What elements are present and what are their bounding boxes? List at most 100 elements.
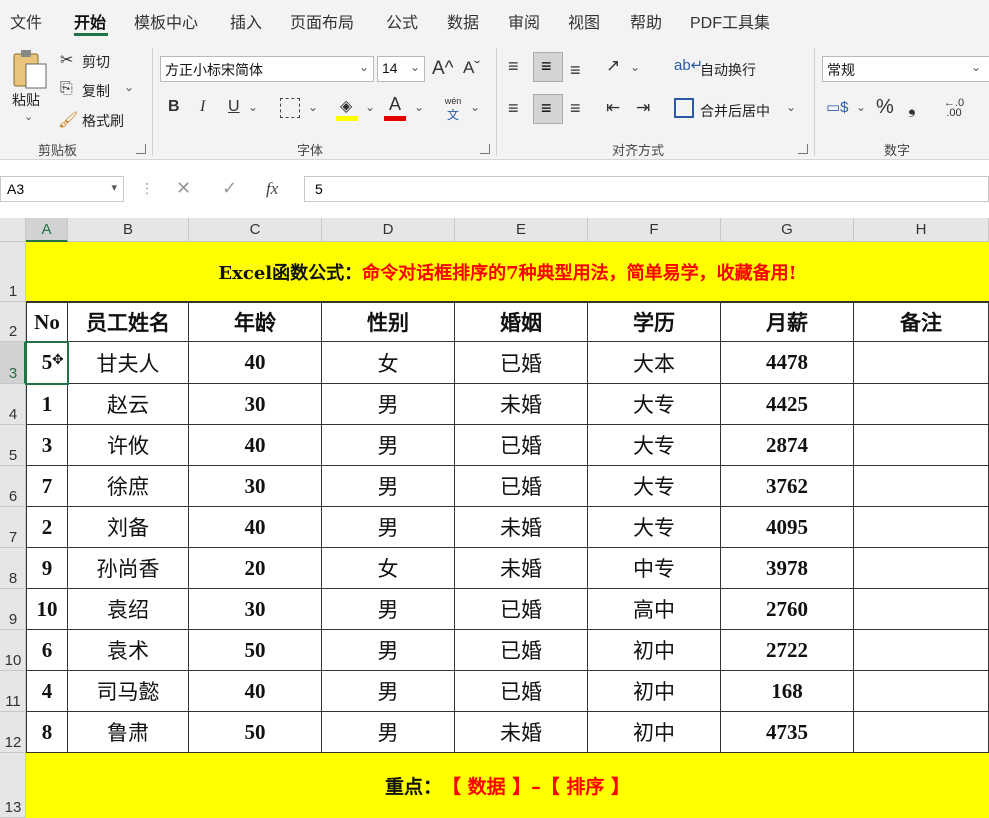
copy-button[interactable]: 复制	[82, 81, 110, 101]
table-cell[interactable]: 男	[322, 589, 455, 630]
accounting-format-icon[interactable]: ▭$	[826, 98, 849, 116]
paste-button[interactable]: 粘贴	[12, 90, 40, 110]
accounting-dropdown-icon[interactable]: ⌄	[856, 100, 866, 114]
scissors-icon[interactable]: ✂	[60, 50, 73, 70]
table-cell[interactable]: 30	[189, 384, 322, 425]
header-cell[interactable]: 学历	[588, 302, 721, 342]
table-cell[interactable]: 袁绍	[68, 589, 189, 630]
table-cell[interactable]: 3	[26, 425, 68, 466]
table-cell[interactable]	[854, 548, 989, 589]
paste-icon[interactable]	[10, 48, 50, 90]
italic-button[interactable]: I	[200, 98, 205, 116]
table-cell[interactable]: 男	[322, 507, 455, 548]
table-cell[interactable]: 初中	[588, 630, 721, 671]
font-name-select[interactable]: 方正小标宋简体 ⌄	[160, 56, 374, 82]
table-cell[interactable]: 20	[189, 548, 322, 589]
table-cell[interactable]: 4095	[721, 507, 854, 548]
number-format-select[interactable]: 常规 ⌄	[822, 56, 989, 82]
table-cell[interactable]	[854, 671, 989, 712]
row-header-13[interactable]: 13	[0, 753, 26, 818]
table-cell[interactable]: 徐庶	[68, 466, 189, 507]
table-cell[interactable]: 未婚	[455, 384, 588, 425]
column-header-a[interactable]: A	[26, 218, 68, 242]
bold-button[interactable]: B	[168, 98, 180, 116]
table-cell[interactable]: 男	[322, 671, 455, 712]
row-header-1[interactable]: 1	[0, 242, 26, 302]
table-cell[interactable]: 7	[26, 466, 68, 507]
table-cell[interactable]: 袁术	[68, 630, 189, 671]
row-header-9[interactable]: 9	[0, 589, 26, 630]
header-cell[interactable]: 月薪	[721, 302, 854, 342]
phonetic-dropdown-icon[interactable]: ⌄	[470, 100, 480, 114]
table-cell[interactable]: 男	[322, 425, 455, 466]
table-cell[interactable]: 男	[322, 630, 455, 671]
table-cell[interactable]: 男	[322, 384, 455, 425]
cancel-icon[interactable]: ✕	[176, 178, 191, 199]
decrease-indent-icon[interactable]: ⇤	[606, 98, 620, 118]
merge-center-button[interactable]: 合并后居中	[700, 101, 770, 121]
row-header-2[interactable]: 2	[0, 302, 26, 342]
cut-button[interactable]: 剪切	[82, 52, 110, 72]
table-cell[interactable]: 初中	[588, 671, 721, 712]
table-cell[interactable]: 初中	[588, 712, 721, 753]
table-cell[interactable]: 2874	[721, 425, 854, 466]
merge-dropdown-icon[interactable]: ⌄	[786, 100, 796, 114]
table-cell[interactable]: 已婚	[455, 589, 588, 630]
table-cell[interactable]: 40	[189, 671, 322, 712]
table-cell[interactable]	[854, 466, 989, 507]
table-cell[interactable]: 已婚	[455, 671, 588, 712]
wrap-text-button[interactable]: 自动换行	[700, 60, 756, 80]
table-cell[interactable]: 已婚	[455, 466, 588, 507]
tab-data[interactable]: 数据	[447, 9, 479, 33]
table-cell[interactable]	[854, 342, 989, 384]
tab-home[interactable]: 开始	[74, 9, 106, 33]
header-cell[interactable]: 备注	[854, 302, 989, 342]
row-header-3[interactable]: 3	[0, 342, 26, 384]
table-cell[interactable]	[854, 425, 989, 466]
percent-button[interactable]: %	[876, 96, 894, 119]
align-right-icon[interactable]: ≡	[570, 98, 581, 119]
table-cell[interactable]: 40	[189, 342, 322, 384]
table-cell[interactable]: 鲁肃	[68, 712, 189, 753]
table-cell[interactable]: 168	[721, 671, 854, 712]
table-cell[interactable]: 刘备	[68, 507, 189, 548]
table-cell[interactable]: 男	[322, 712, 455, 753]
tab-pdf-tools[interactable]: PDF工具集	[690, 9, 770, 33]
table-cell[interactable]: 已婚	[455, 425, 588, 466]
table-cell[interactable]: 中专	[588, 548, 721, 589]
formula-input[interactable]: 5	[304, 176, 989, 202]
table-cell[interactable]: 大专	[588, 507, 721, 548]
column-header-f[interactable]: F	[588, 218, 721, 242]
row-header-10[interactable]: 10	[0, 630, 26, 671]
increase-indent-icon[interactable]: ⇥	[636, 98, 650, 118]
title-cell[interactable]: Excel函数公式： 命令对话框排序的7种典型用法，简单易学，收藏备用!	[26, 242, 989, 302]
row-header-12[interactable]: 12	[0, 712, 26, 753]
table-cell[interactable]: 50	[189, 712, 322, 753]
header-cell[interactable]: No	[26, 302, 68, 342]
insert-function-icon[interactable]: fx	[266, 179, 278, 199]
footer-cell[interactable]: 重点：【 数据 】–【 排序 】	[26, 753, 989, 818]
column-header-h[interactable]: H	[854, 218, 989, 242]
table-cell[interactable]: 2	[26, 507, 68, 548]
table-cell[interactable]: 赵云	[68, 384, 189, 425]
font-launcher-icon[interactable]	[480, 144, 490, 154]
table-cell[interactable]: 大专	[588, 384, 721, 425]
tab-template-center[interactable]: 模板中心	[134, 9, 198, 33]
table-cell[interactable]: 未婚	[455, 507, 588, 548]
column-header-e[interactable]: E	[455, 218, 588, 242]
table-cell[interactable]: 4	[26, 671, 68, 712]
column-header-c[interactable]: C	[189, 218, 322, 242]
row-header-7[interactable]: 7	[0, 507, 26, 548]
tab-insert[interactable]: 插入	[230, 9, 262, 33]
table-cell[interactable]: 2722	[721, 630, 854, 671]
table-cell[interactable]: 大专	[588, 425, 721, 466]
table-cell[interactable]: 4425	[721, 384, 854, 425]
underline-dropdown-icon[interactable]: ⌄	[248, 100, 258, 114]
table-cell[interactable]: 1	[26, 384, 68, 425]
phonetic-guide-icon[interactable]: wén 文	[440, 96, 466, 122]
table-cell[interactable]: 未婚	[455, 712, 588, 753]
border-dropdown-icon[interactable]: ⌄	[308, 100, 318, 114]
enter-icon[interactable]: ✓	[222, 178, 237, 199]
row-header-4[interactable]: 4	[0, 384, 26, 425]
table-cell[interactable]: 男	[322, 466, 455, 507]
